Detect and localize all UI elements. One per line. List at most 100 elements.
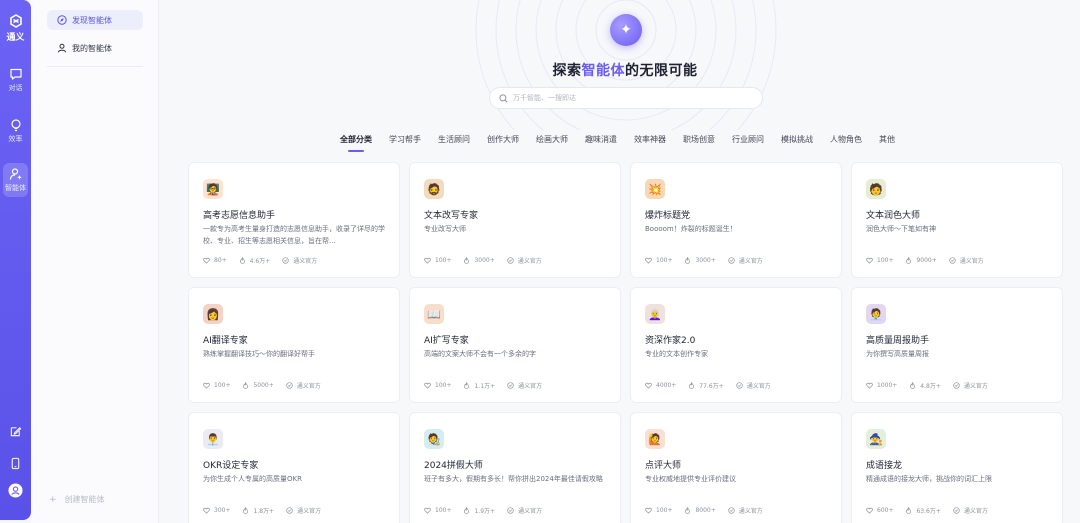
category-tabs: 全部分类 学习帮手 生活顾问 创作大师 绘画大师 趣味消遣 效率神器 职场创意 行业顾问 模拟挑战… bbox=[340, 134, 912, 152]
author-stat: 通义官方 bbox=[953, 506, 988, 515]
agent-description: 班子有多大，假期有多长！帮你拼出2024年最佳请假攻略 bbox=[424, 475, 603, 483]
likes-stat: 100+ bbox=[645, 257, 672, 264]
uses-stat: 4.6万+ bbox=[239, 256, 271, 265]
heart-icon bbox=[645, 507, 652, 514]
rail-item-efficiency[interactable]: 效率 bbox=[0, 118, 31, 144]
official-icon bbox=[507, 257, 514, 264]
heart-icon bbox=[645, 257, 652, 264]
sidebar-divider bbox=[47, 66, 143, 67]
agent-stats: 100+ 9000+ 通义官方 bbox=[866, 256, 996, 265]
tab-5[interactable]: 趣味消遣 bbox=[585, 134, 617, 152]
agent-name: 点评大师 bbox=[645, 461, 682, 471]
title-prefix: 探索 bbox=[552, 63, 582, 79]
official-icon bbox=[728, 507, 735, 514]
create-agent-label: 创建智能体 bbox=[64, 495, 105, 504]
likes-count: 300+ bbox=[214, 507, 231, 514]
usage-icon bbox=[243, 382, 249, 389]
uses-count: 4.8万+ bbox=[920, 383, 941, 390]
uses-stat: 4.8万+ bbox=[909, 381, 941, 390]
agent-card[interactable]: 🧙 成语接龙 精通成语的接龙大师，挑战你的词汇上限 600+ 63.6万+ 通义官方 bbox=[851, 412, 1063, 523]
usage-icon bbox=[243, 507, 249, 514]
author-name: 通义官方 bbox=[738, 508, 763, 515]
rail-item-chat[interactable]: 对话 bbox=[0, 67, 31, 93]
agent-stats: 100+ 1.9万+ 通义官方 bbox=[424, 506, 554, 515]
rail-item-agents[interactable]: 智能体 bbox=[3, 163, 28, 197]
agent-avatar: 🙋 bbox=[645, 429, 665, 449]
lightbulb-icon bbox=[10, 119, 21, 132]
likes-count: 100+ bbox=[214, 382, 231, 389]
search-input[interactable] bbox=[513, 94, 753, 102]
tab-4[interactable]: 绘画大师 bbox=[536, 134, 568, 152]
agent-avatar: 🧑 bbox=[866, 179, 886, 199]
agent-avatar: 📖 bbox=[424, 304, 444, 324]
create-agent-button[interactable]: + 创建智能体 bbox=[49, 494, 105, 505]
heart-icon bbox=[866, 507, 873, 514]
uses-count: 3000+ bbox=[695, 257, 716, 264]
uses-stat: 3000+ bbox=[684, 257, 716, 264]
tab-11[interactable]: 其他 bbox=[879, 134, 895, 152]
agent-card[interactable]: 👩 AI翻译专家 熟练掌握翻译技巧～你的翻译好帮手 100+ 5000+ 通义官方 bbox=[188, 287, 400, 403]
author-name: 通义官方 bbox=[959, 258, 984, 265]
search-box[interactable] bbox=[489, 87, 763, 109]
sidebar-item-discover[interactable]: 发现智能体 bbox=[47, 10, 143, 30]
uses-count: 1.9万+ bbox=[474, 508, 496, 515]
app-logo[interactable]: 通义 bbox=[0, 14, 31, 43]
agent-stats: 100+ 3000+ 通义官方 bbox=[424, 256, 554, 265]
agent-name: 资深作家2.0 bbox=[645, 336, 696, 346]
agent-card[interactable]: 📖 AI扩写专家 高端的文案大师不会有一个多余的字 100+ 1.1万+ 通义官方 bbox=[409, 287, 621, 403]
author-name: 通义官方 bbox=[963, 383, 988, 390]
agent-card[interactable]: 👨‍💼 OKR设定专家 为你生成个人专属的高质量OKR 300+ 1.8万+ 通义官方 bbox=[188, 412, 400, 523]
tab-7[interactable]: 职场创意 bbox=[683, 134, 715, 152]
tab-3[interactable]: 创作大师 bbox=[487, 134, 519, 152]
logo-label: 通义 bbox=[6, 33, 25, 43]
tab-9[interactable]: 模拟挑战 bbox=[781, 134, 813, 152]
heart-icon bbox=[203, 382, 210, 389]
user-icon bbox=[57, 43, 67, 53]
agent-card[interactable]: 🧑‍🎨 2024拼假大师 班子有多大，假期有多长！帮你拼出2024年最佳请假攻略 10… bbox=[409, 412, 621, 523]
author-name: 通义官方 bbox=[297, 508, 322, 515]
usage-icon bbox=[685, 507, 691, 514]
likes-stat: 100+ bbox=[645, 507, 672, 514]
uses-stat: 1.9万+ bbox=[463, 506, 495, 515]
agent-card[interactable]: 🧑‍🏫 高考志愿信息助手 一款专为高考生量身打造的志愿信息助手，收录了详尽的学校、专… bbox=[188, 162, 400, 278]
uses-count: 9000+ bbox=[916, 257, 937, 264]
sidebar-item-my-agents[interactable]: 我的智能体 bbox=[47, 38, 143, 58]
mobile-button[interactable] bbox=[0, 455, 31, 474]
likes-count: 4000+ bbox=[656, 382, 677, 389]
tab-1[interactable]: 学习帮手 bbox=[389, 134, 421, 152]
sidebar-label-my-agents: 我的智能体 bbox=[72, 43, 112, 53]
nav-rail: 通义 对话 效率 智能体 bbox=[0, 0, 31, 520]
agent-name: 爆炸标题党 bbox=[645, 211, 691, 221]
agent-avatar: 💥 bbox=[645, 179, 665, 199]
tab-8[interactable]: 行业顾问 bbox=[732, 134, 764, 152]
agent-card[interactable]: 🧑‍💼 高质量周报助手 为你撰写高质量周报 1000+ 4.8万+ 通义官方 bbox=[851, 287, 1063, 403]
author-stat: 通义官方 bbox=[507, 381, 542, 390]
uses-stat: 5000+ bbox=[242, 382, 274, 389]
uses-count: 1.1万+ bbox=[474, 383, 496, 390]
title-highlight: 智能体 bbox=[581, 63, 625, 79]
official-icon bbox=[728, 257, 735, 264]
likes-count: 80+ bbox=[214, 257, 227, 264]
official-icon bbox=[282, 257, 289, 264]
usage-icon bbox=[239, 257, 245, 264]
official-icon bbox=[949, 257, 956, 264]
agent-card[interactable]: 👩‍🦳 资深作家2.0 专业的文本创作专家 4000+ 77.6万+ 通义官方 bbox=[630, 287, 842, 403]
edit-button[interactable] bbox=[0, 423, 31, 442]
agent-card[interactable]: 💥 爆炸标题党 Boooom！炸裂的标题诞生！ 100+ 3000+ 通义官方 bbox=[630, 162, 842, 278]
tab-6[interactable]: 效率神器 bbox=[634, 134, 666, 152]
tab-0[interactable]: 全部分类 bbox=[340, 134, 372, 152]
agent-name: 高质量周报助手 bbox=[866, 336, 930, 346]
agent-card[interactable]: 🙋 点评大师 专业权威地提供专业评价建议 100+ 8000+ 通义官方 bbox=[630, 412, 842, 523]
page-title: 探索智能体的无限可能 bbox=[160, 60, 1080, 80]
uses-count: 4.6万+ bbox=[249, 258, 271, 265]
agent-card[interactable]: 🧔 文本改写专家 专业改写大师 100+ 3000+ 通义官方 bbox=[409, 162, 621, 278]
user-avatar-button[interactable] bbox=[0, 483, 31, 502]
agent-icon bbox=[9, 168, 22, 180]
heart-icon bbox=[203, 257, 210, 264]
tab-2[interactable]: 生活顾问 bbox=[438, 134, 470, 152]
agent-avatar: 👩 bbox=[203, 304, 223, 324]
agent-card[interactable]: 🧑 文本润色大师 润色大师～下笔如有神 100+ 9000+ 通义官方 bbox=[851, 162, 1063, 278]
likes-count: 1000+ bbox=[877, 382, 898, 389]
tab-10[interactable]: 人物角色 bbox=[830, 134, 862, 152]
usage-icon bbox=[464, 507, 470, 514]
